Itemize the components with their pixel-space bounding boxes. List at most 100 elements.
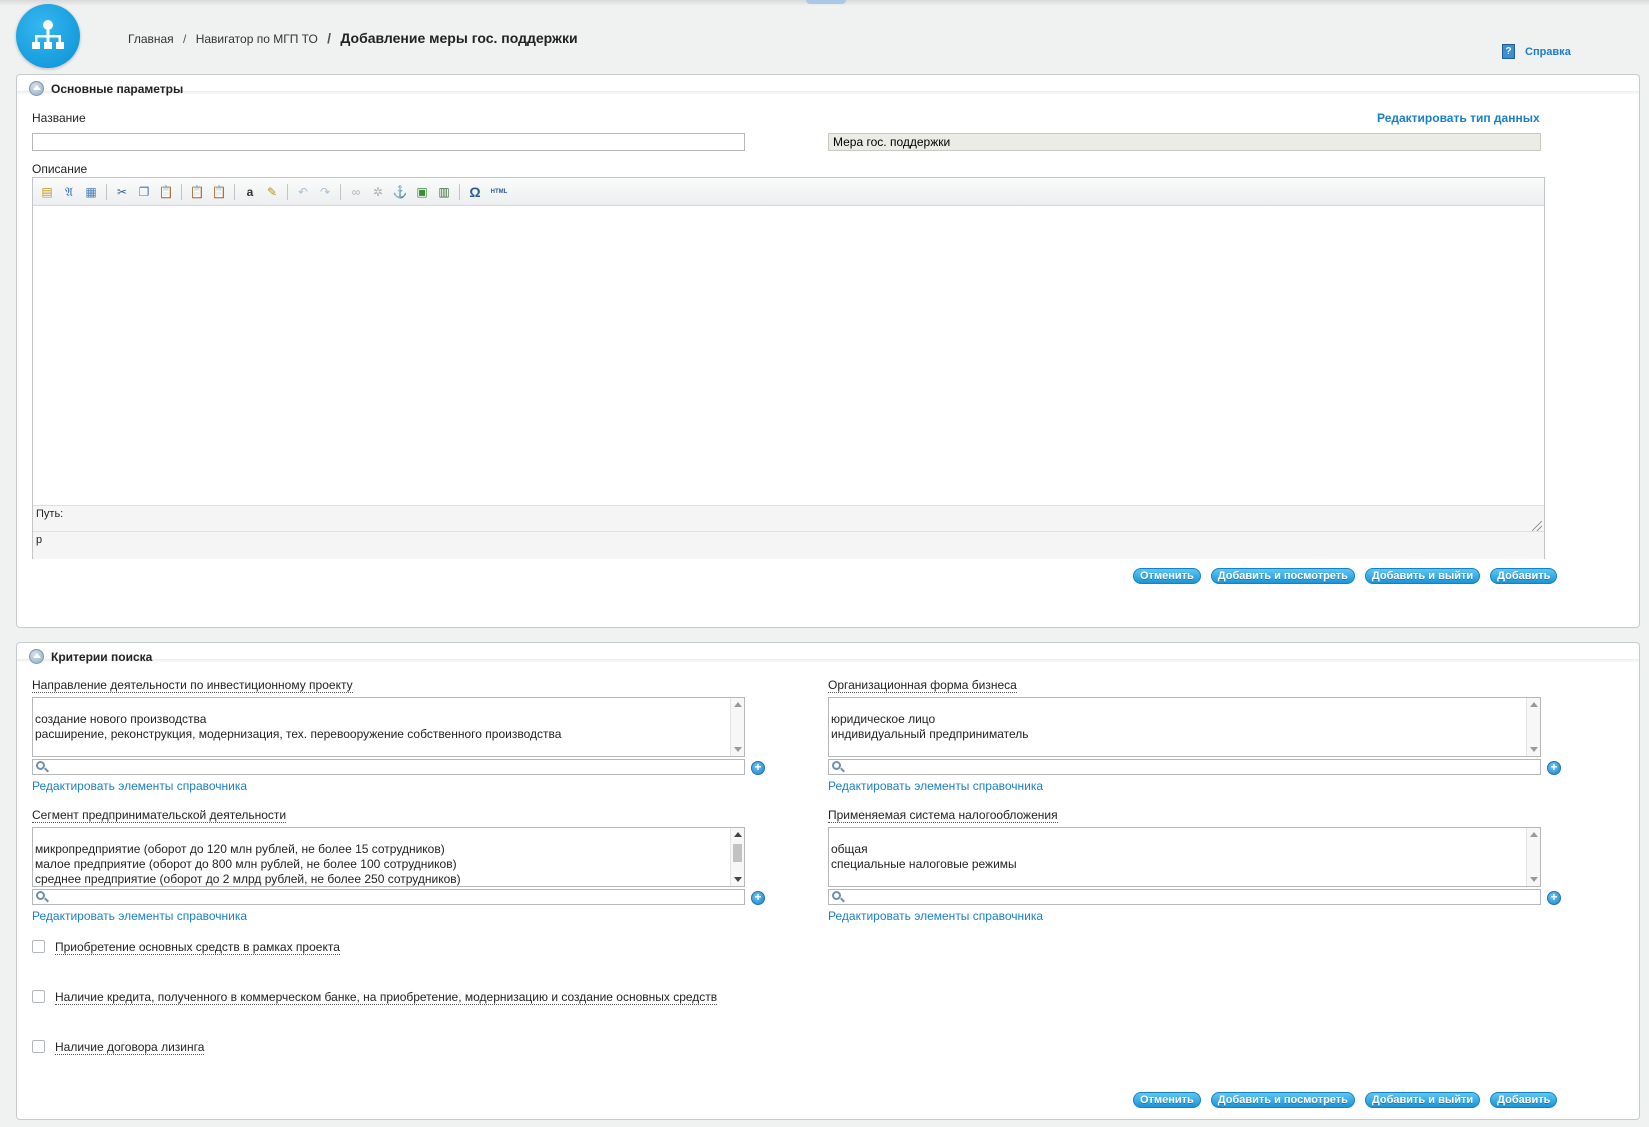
edit-data-type-link[interactable]: Редактировать тип данных — [1377, 111, 1540, 125]
scroll-up-icon[interactable] — [734, 832, 742, 837]
bank-credit-label[interactable]: Наличие кредита, полученного в коммерчес… — [55, 991, 718, 1005]
add-and-exit-button[interactable]: Добавить и выйти — [1364, 568, 1481, 584]
tax-system-label[interactable]: Применяемая система налогообложения — [828, 809, 1058, 823]
magnifier-icon — [832, 891, 841, 900]
special-char-icon[interactable]: Ω — [467, 184, 483, 200]
scroll-up-icon[interactable] — [1530, 832, 1538, 837]
list-item[interactable]: индивидуальный предприниматель — [831, 727, 1524, 742]
help-link[interactable]: ? Справка — [1502, 44, 1571, 59]
editor-resize-handle[interactable] — [1532, 521, 1542, 531]
paste-word-icon[interactable]: 📋 — [211, 184, 227, 200]
list-item[interactable]: расширение, реконструкция, модернизация,… — [35, 727, 728, 742]
listbox-scrollbar[interactable] — [1526, 698, 1540, 756]
leasing-checkbox[interactable] — [32, 1040, 45, 1053]
org-form-add-icon[interactable]: + — [1547, 761, 1561, 775]
list-item[interactable]: юридическое лицо — [831, 712, 1524, 727]
scroll-down-icon[interactable] — [1530, 877, 1538, 882]
scroll-up-icon[interactable] — [734, 702, 742, 707]
direction-add-icon[interactable]: + — [751, 761, 765, 775]
search-criteria-header[interactable]: Критерии поиска — [29, 649, 152, 664]
scroll-down-icon[interactable] — [1530, 747, 1538, 752]
breadcrumb-separator: / — [183, 32, 187, 46]
list-item[interactable]: малое предприятие (оборот до 800 млн руб… — [35, 857, 728, 872]
main-params-title: Основные параметры — [51, 81, 184, 96]
scroll-thumb[interactable] — [733, 844, 742, 862]
name-input[interactable] — [32, 133, 745, 151]
listbox-scrollbar[interactable] — [730, 828, 744, 886]
org-form-listbox[interactable]: юридическое лицо индивидуальный предприн… — [828, 697, 1541, 757]
table-icon[interactable]: ▦ — [83, 184, 99, 200]
toolbar-separator — [459, 183, 460, 200]
unlink-icon[interactable]: ✲ — [370, 184, 386, 200]
html-source-icon[interactable]: HTML — [489, 184, 509, 200]
segment-search-input[interactable] — [32, 889, 745, 905]
direction-search-input[interactable] — [32, 759, 745, 775]
editor-content-area[interactable] — [33, 206, 1544, 504]
flash-icon[interactable]: ▥ — [436, 184, 452, 200]
tax-system-listbox[interactable]: общая специальные налоговые режимы — [828, 827, 1541, 887]
paste-icon[interactable]: 📋 — [158, 184, 174, 200]
new-page-icon[interactable]: ▤ — [39, 184, 55, 200]
top-toggle-tab[interactable] — [806, 0, 846, 4]
bank-credit-checkbox[interactable] — [32, 990, 45, 1003]
direction-edit-ref-link[interactable]: Редактировать элементы справочника — [32, 779, 247, 793]
list-item[interactable]: создание нового производства — [35, 712, 728, 727]
help-label[interactable]: Справка — [1525, 46, 1571, 58]
list-item[interactable]: специальные налоговые режимы — [831, 857, 1524, 872]
list-item[interactable]: микропредприятие (оборот до 120 млн рубл… — [35, 842, 728, 857]
add-and-exit-button[interactable]: Добавить и выйти — [1364, 1092, 1481, 1108]
name-label: Название — [32, 111, 86, 125]
paste-text-icon[interactable]: 📋 — [189, 184, 205, 200]
list-item[interactable]: общая — [831, 842, 1524, 857]
tax-system-add-icon[interactable]: + — [1547, 891, 1561, 905]
add-and-view-button[interactable]: Добавить и посмотреть — [1210, 1092, 1355, 1108]
anchor-icon[interactable]: ⚓ — [392, 184, 408, 200]
segment-label[interactable]: Сегмент предпринимательской деятельности — [32, 809, 287, 823]
tax-system-search-input[interactable] — [828, 889, 1541, 905]
listbox-scrollbar[interactable] — [1526, 828, 1540, 886]
add-button[interactable]: Добавить — [1490, 568, 1558, 584]
panel-header-rule — [17, 659, 1639, 663]
scroll-down-icon[interactable] — [734, 747, 742, 752]
link-icon[interactable]: ∞ — [348, 184, 364, 200]
scroll-up-icon[interactable] — [1530, 702, 1538, 707]
main-params-header[interactable]: Основные параметры — [29, 81, 183, 96]
breadcrumb-section[interactable]: Навигатор по МГП ТО — [196, 32, 318, 46]
leasing-label[interactable]: Наличие договора лизинга — [55, 1041, 205, 1055]
remove-format-icon[interactable]: ✎ — [264, 184, 280, 200]
find-icon[interactable]: a — [242, 184, 258, 200]
cancel-button[interactable]: Отменить — [1133, 568, 1201, 584]
copy-icon[interactable]: ❐ — [136, 184, 152, 200]
description-label: Описание — [32, 162, 88, 176]
tax-system-edit-ref-link[interactable]: Редактировать элементы справочника — [828, 909, 1043, 923]
org-form-search-input[interactable] — [828, 759, 1541, 775]
fixed-assets-checkbox[interactable] — [32, 940, 45, 953]
path-element[interactable]: p — [36, 534, 42, 546]
add-and-view-button[interactable]: Добавить и посмотреть — [1210, 568, 1355, 584]
cut-icon[interactable]: ✂ — [114, 184, 130, 200]
segment-listbox[interactable]: микропредприятие (оборот до 120 млн рубл… — [32, 827, 745, 887]
org-form-edit-ref-link[interactable]: Редактировать элементы справочника — [828, 779, 1043, 793]
collapse-icon[interactable] — [29, 81, 44, 96]
add-button[interactable]: Добавить — [1490, 1092, 1558, 1108]
scroll-down-icon[interactable] — [734, 877, 742, 882]
app-logo[interactable] — [16, 4, 80, 68]
redo-icon[interactable]: ↷ — [317, 184, 333, 200]
direction-listbox[interactable]: создание нового производства расширение,… — [32, 697, 745, 757]
breadcrumb-home[interactable]: Главная — [128, 32, 174, 46]
org-form-label[interactable]: Организационная форма бизнеса — [828, 679, 1017, 693]
undo-icon[interactable]: ↶ — [295, 184, 311, 200]
magnifier-icon — [36, 761, 45, 770]
collapse-icon[interactable] — [29, 649, 44, 664]
segment-edit-ref-link[interactable]: Редактировать элементы справочника — [32, 909, 247, 923]
toolbar-separator — [234, 183, 235, 200]
templates-icon[interactable]: 𝔄 — [61, 184, 77, 200]
listbox-scrollbar[interactable] — [730, 698, 744, 756]
segment-add-icon[interactable]: + — [751, 891, 765, 905]
cancel-button[interactable]: Отменить — [1133, 1092, 1201, 1108]
direction-label[interactable]: Направление деятельности по инвестиционн… — [32, 679, 353, 693]
rich-text-editor: ▤ 𝔄 ▦ ✂ ❐ 📋 📋 📋 a ✎ ↶ ↷ ∞ ✲ ⚓ ▣ ▥ Ω HTML — [32, 177, 1545, 559]
image-icon[interactable]: ▣ — [414, 184, 430, 200]
list-item[interactable]: среднее предприятие (оборот до 2 млрд ру… — [35, 872, 728, 887]
fixed-assets-label[interactable]: Приобретение основных средств в рамках п… — [55, 941, 340, 955]
